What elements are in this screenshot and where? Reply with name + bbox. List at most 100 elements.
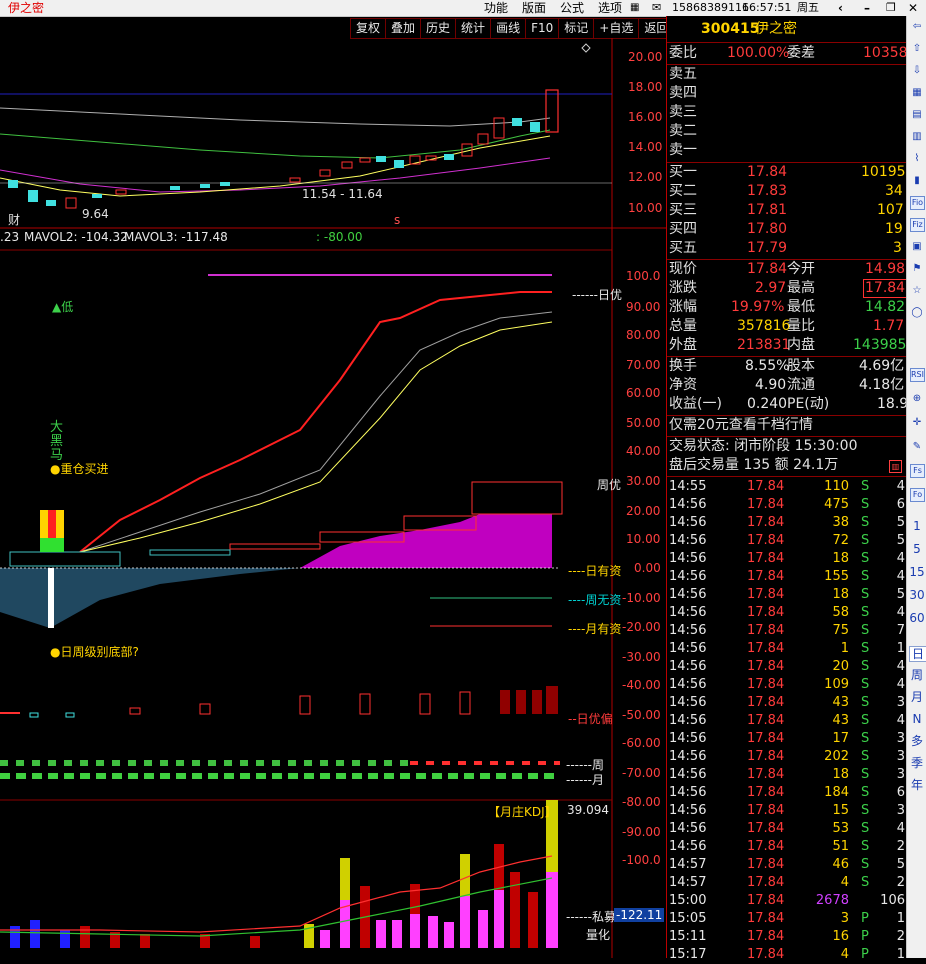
tick-price: 17.84 xyxy=(747,713,785,728)
period-3[interactable]: 30 xyxy=(909,588,925,602)
tick-price: 17.84 xyxy=(747,695,785,710)
fs-icon[interactable]: Fio xyxy=(910,196,925,210)
tick-num: 4 xyxy=(896,605,905,620)
stat-label: 净资 xyxy=(669,377,697,393)
calendar-icon[interactable]: ▣ xyxy=(909,240,925,254)
price-tick: 14.00 xyxy=(628,140,663,154)
tick-vol: 51 xyxy=(832,839,849,854)
tick-row: 14:56 17.84 18 S 5 xyxy=(667,586,907,604)
rsi-icon[interactable]: RSI xyxy=(910,368,925,382)
close-icon[interactable]: ✕ xyxy=(908,0,918,16)
kdj-bars xyxy=(0,800,558,948)
tick-vol: 58 xyxy=(832,605,849,620)
table-icon[interactable]: ▥ xyxy=(909,130,925,144)
btn-add-watchlist[interactable]: +自选 xyxy=(594,18,640,39)
period-10[interactable]: 季 xyxy=(909,756,925,770)
tick-time: 14:56 xyxy=(669,623,707,638)
period-6[interactable]: 周 xyxy=(909,668,925,682)
mavol3-label: MAVOL3: -117.48 xyxy=(124,230,228,244)
stat-label: 总量 xyxy=(669,318,697,334)
ind-tick: -30.00 xyxy=(622,650,661,664)
up-arrow-icon[interactable]: ⇧ xyxy=(909,42,925,56)
period-5[interactable]: 日 xyxy=(909,646,926,662)
period-7[interactable]: 月 xyxy=(909,690,925,704)
menu-options[interactable]: 选项 xyxy=(598,0,622,16)
btn-stats[interactable]: 统计 xyxy=(456,18,492,39)
tick-time: 14:56 xyxy=(669,677,707,692)
grid-icon[interactable]: ▦ xyxy=(909,86,925,100)
period-8[interactable]: N xyxy=(909,712,925,726)
refresh-icon[interactable]: ⊕ xyxy=(909,392,925,406)
candle-chart-icon[interactable]: ▮ xyxy=(909,174,925,188)
tick-row: 14:56 17.84 15 S 3 xyxy=(667,802,907,820)
period-1[interactable]: 5 xyxy=(909,542,925,556)
buy-3-price: 17.81 xyxy=(747,202,788,218)
circle-icon[interactable]: ◯ xyxy=(909,306,925,320)
menu-formula[interactable]: 公式 xyxy=(560,0,584,16)
btn-draw[interactable]: 画线 xyxy=(491,18,527,39)
sell-5: 卖五 xyxy=(669,66,697,82)
stat-value: 1.77 xyxy=(873,318,905,334)
book-icon[interactable]: ▤ xyxy=(909,108,925,122)
tick-price: 17.84 xyxy=(747,623,785,638)
tick-dir: P xyxy=(861,929,869,944)
menu-layout[interactable]: 版面 xyxy=(522,0,546,16)
menu-function[interactable]: 功能 xyxy=(484,0,508,16)
tick-num: 6 xyxy=(896,785,905,800)
period-11[interactable]: 年 xyxy=(909,778,925,792)
btn-restore-right[interactable]: 复权 xyxy=(350,18,387,39)
tick-vol: 475 xyxy=(824,497,849,512)
btn-overlay[interactable]: 叠加 xyxy=(386,18,422,39)
buy-4-vol: 19 xyxy=(885,221,903,237)
down-arrow-icon[interactable]: ⇩ xyxy=(909,64,925,78)
stat-label: 收益(一) xyxy=(669,396,722,412)
tick-time: 15:05 xyxy=(669,911,707,926)
chart-small-icon[interactable]: ▥ xyxy=(889,460,902,473)
btn-history[interactable]: 历史 xyxy=(421,18,457,39)
fo-icon[interactable]: Fo xyxy=(910,488,925,502)
restore-icon[interactable]: ❐ xyxy=(886,0,896,16)
stat-label: 最高 xyxy=(787,280,815,296)
star-icon[interactable]: ☆ xyxy=(909,284,925,298)
tick-vol: 4 xyxy=(840,875,849,890)
tick-num: 3 xyxy=(896,749,905,764)
email-icon[interactable]: ✉ xyxy=(652,0,661,16)
line-chart-icon[interactable]: ⌇ xyxy=(909,152,925,166)
back-arrow-icon[interactable]: ⇦ xyxy=(909,20,925,34)
tick-dir: S xyxy=(861,587,870,602)
tick-num: 3 xyxy=(896,695,905,710)
tick-dir: P xyxy=(861,947,869,962)
tick-time: 14:56 xyxy=(669,749,707,764)
back-arrow-icon[interactable]: ‹ xyxy=(838,0,843,16)
diamond-icon[interactable] xyxy=(581,43,591,53)
fs-icon[interactable]: Fs xyxy=(910,464,925,478)
tick-vol: 20 xyxy=(832,659,849,674)
window-icon[interactable]: ▦ xyxy=(630,0,639,16)
chart-toolbar: 复权 叠加 历史 统计 画线 F10 标记 +自选 返回 xyxy=(350,18,675,39)
tick-price: 17.84 xyxy=(747,875,785,890)
tick-time: 15:11 xyxy=(669,929,707,944)
promo-link[interactable]: 仅需20元查看千档行情 xyxy=(669,416,813,435)
stat-value: 4.90 xyxy=(755,377,787,393)
move-icon[interactable]: ✛ xyxy=(909,416,925,430)
tick-price: 17.84 xyxy=(747,659,785,674)
tick-dir: S xyxy=(861,605,870,620)
fiz-icon[interactable]: Fiz xyxy=(910,218,925,232)
stat-value-highlight: 17.84 xyxy=(863,279,908,298)
btn-f10[interactable]: F10 xyxy=(526,18,560,39)
chart-area[interactable]: 11.54 - 11.64 9.64 财 s xyxy=(0,38,666,958)
btn-mark[interactable]: 标记 xyxy=(559,18,595,39)
period-4[interactable]: 60 xyxy=(909,611,925,625)
tick-num: 4 xyxy=(896,569,905,584)
buy-4-price: 17.80 xyxy=(747,221,788,237)
tick-row: 14:56 17.84 20 S 4 xyxy=(667,658,907,676)
minimize-icon[interactable]: – xyxy=(864,0,870,16)
tick-vol: 16 xyxy=(832,929,849,944)
period-0[interactable]: 1 xyxy=(909,519,925,533)
pen-icon[interactable]: ✎ xyxy=(909,440,925,454)
period-9[interactable]: 多 xyxy=(909,734,925,748)
period-2[interactable]: 15 xyxy=(909,565,925,579)
bottom-label: ●日周级别底部? xyxy=(50,645,139,659)
flag-icon[interactable]: ⚑ xyxy=(909,262,925,276)
tick-time: 14:56 xyxy=(669,767,707,782)
